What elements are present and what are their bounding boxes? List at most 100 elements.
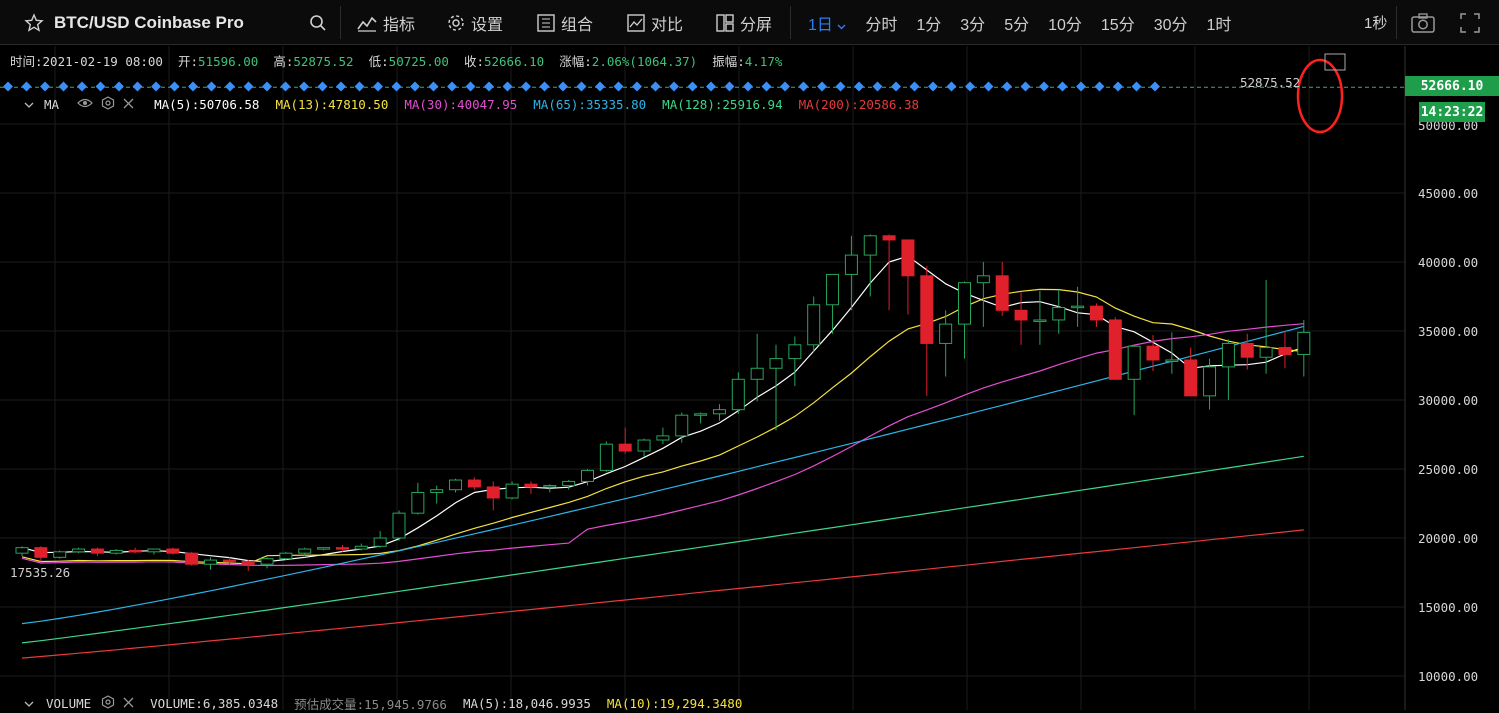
split-screen-button[interactable]: 分屏 — [715, 0, 772, 45]
price-axis-label: 30000.00 — [1418, 393, 1479, 408]
diamond-marker — [77, 81, 87, 92]
chevron-down-icon — [837, 24, 846, 29]
candle — [807, 296, 821, 352]
interval-1d[interactable]: 1日 — [808, 11, 846, 35]
diamond-marker — [835, 81, 846, 92]
candle-body — [392, 512, 406, 539]
candle — [863, 234, 877, 297]
candle-body — [72, 548, 86, 553]
combo-icon — [537, 13, 555, 32]
split-screen-icon — [716, 13, 734, 32]
candle-body — [1014, 309, 1028, 321]
interval-3m[interactable]: 3分 — [960, 11, 985, 35]
low-label: 低: — [368, 54, 389, 69]
toolbar: BTC/USD Coinbase Pro 指标 设置 组合 对比 分屏 1日 分… — [0, 0, 1499, 45]
low-marker-label: 17535.26 — [10, 565, 71, 580]
candle — [1297, 319, 1311, 377]
candle-body — [712, 409, 726, 415]
candle-body — [844, 254, 858, 275]
diamond-marker — [225, 81, 235, 92]
candle-body — [1278, 347, 1292, 355]
diamond-marker — [1039, 81, 1049, 92]
indicators-label: 指标 — [383, 16, 416, 34]
interval-1m[interactable]: 1分 — [916, 11, 941, 35]
collapse-chevron-icon[interactable] — [24, 696, 34, 711]
diamond-marker — [484, 81, 494, 92]
candle-body — [543, 485, 557, 488]
diamond-marker — [1076, 81, 1086, 92]
candle — [882, 234, 896, 311]
time-label: 时间: — [10, 54, 43, 69]
combo-button[interactable]: 组合 — [536, 0, 593, 45]
diamond-marker — [465, 81, 476, 92]
candle — [34, 546, 48, 562]
estimated-volume: 预估成交量:15,945.9766 — [294, 697, 447, 712]
candle — [354, 543, 368, 551]
eye-icon[interactable] — [77, 97, 93, 112]
compare-button[interactable]: 对比 — [626, 0, 683, 45]
price-axis-label: 45000.00 — [1418, 186, 1479, 201]
price-chart[interactable] — [0, 46, 1499, 710]
ma30-legend: MA(30):40047.95 — [404, 96, 518, 112]
candle-body — [109, 549, 123, 554]
candle-body — [90, 548, 104, 554]
collapse-chevron-icon[interactable] — [24, 97, 34, 112]
time-value: 2021-02-19 08:00 — [42, 54, 163, 69]
diamond-marker — [928, 81, 938, 92]
close-icon[interactable] — [123, 97, 134, 112]
candle — [939, 310, 953, 377]
ma65-legend: MA(65):35335.80 — [533, 96, 647, 112]
interval-1h[interactable]: 1时 — [1207, 11, 1232, 35]
diamond-marker — [206, 81, 217, 92]
candle-body — [675, 414, 689, 437]
current-price-tag: 52666.10 — [1405, 76, 1499, 96]
diamond-marker — [650, 81, 661, 92]
candle — [260, 557, 274, 569]
candle-body — [1052, 307, 1066, 321]
ma13-legend: MA(13):47810.50 — [275, 96, 389, 112]
ma-line-5 — [21, 255, 1305, 563]
candle-body — [939, 323, 953, 344]
settings-button[interactable]: 设置 — [446, 0, 503, 45]
candle-body — [449, 479, 463, 491]
volume-settings-icon[interactable] — [101, 695, 115, 712]
close-icon[interactable] — [123, 696, 134, 711]
favorite-star-icon[interactable] — [24, 0, 44, 45]
camera-icon[interactable] — [1410, 0, 1436, 45]
symbol-search-button[interactable]: BTC/USD Coinbase Pro — [54, 0, 244, 45]
toolbar-divider — [340, 6, 341, 39]
candle — [976, 262, 990, 327]
interval-15m[interactable]: 15分 — [1101, 11, 1135, 35]
interval-tick[interactable]: 分时 — [865, 11, 897, 35]
candle-body — [204, 559, 217, 565]
fullscreen-icon[interactable] — [1459, 0, 1481, 45]
indicators-button[interactable]: 指标 — [356, 0, 415, 45]
diamond-marker — [280, 81, 291, 92]
candle — [675, 412, 689, 443]
candle-body — [788, 344, 802, 360]
candle — [505, 481, 519, 500]
diamond-marker — [1094, 81, 1105, 92]
interval-10m[interactable]: 10分 — [1048, 11, 1082, 35]
diamond-marker — [354, 81, 365, 92]
interval-5m[interactable]: 5分 — [1004, 11, 1029, 35]
candle-body — [1297, 331, 1311, 355]
candle — [128, 547, 142, 554]
candle-body — [581, 469, 594, 482]
combo-label: 组合 — [561, 16, 594, 34]
candle — [1052, 289, 1066, 334]
ma-settings-icon[interactable] — [101, 95, 115, 113]
search-icon[interactable] — [309, 0, 327, 45]
candle — [449, 478, 463, 493]
candle-body — [1165, 359, 1179, 362]
diamond-marker — [854, 81, 864, 92]
candle-body — [656, 435, 670, 441]
ma-legend-name: MA — [44, 96, 60, 112]
candlesticks — [15, 234, 1311, 572]
diamond-marker — [909, 81, 920, 92]
highlight-circle — [1296, 58, 1344, 134]
replay-speed-button[interactable]: 1秒 — [1364, 0, 1387, 45]
diamond-marker — [243, 81, 254, 92]
interval-30m[interactable]: 30分 — [1154, 11, 1188, 35]
candle-body — [769, 358, 783, 369]
